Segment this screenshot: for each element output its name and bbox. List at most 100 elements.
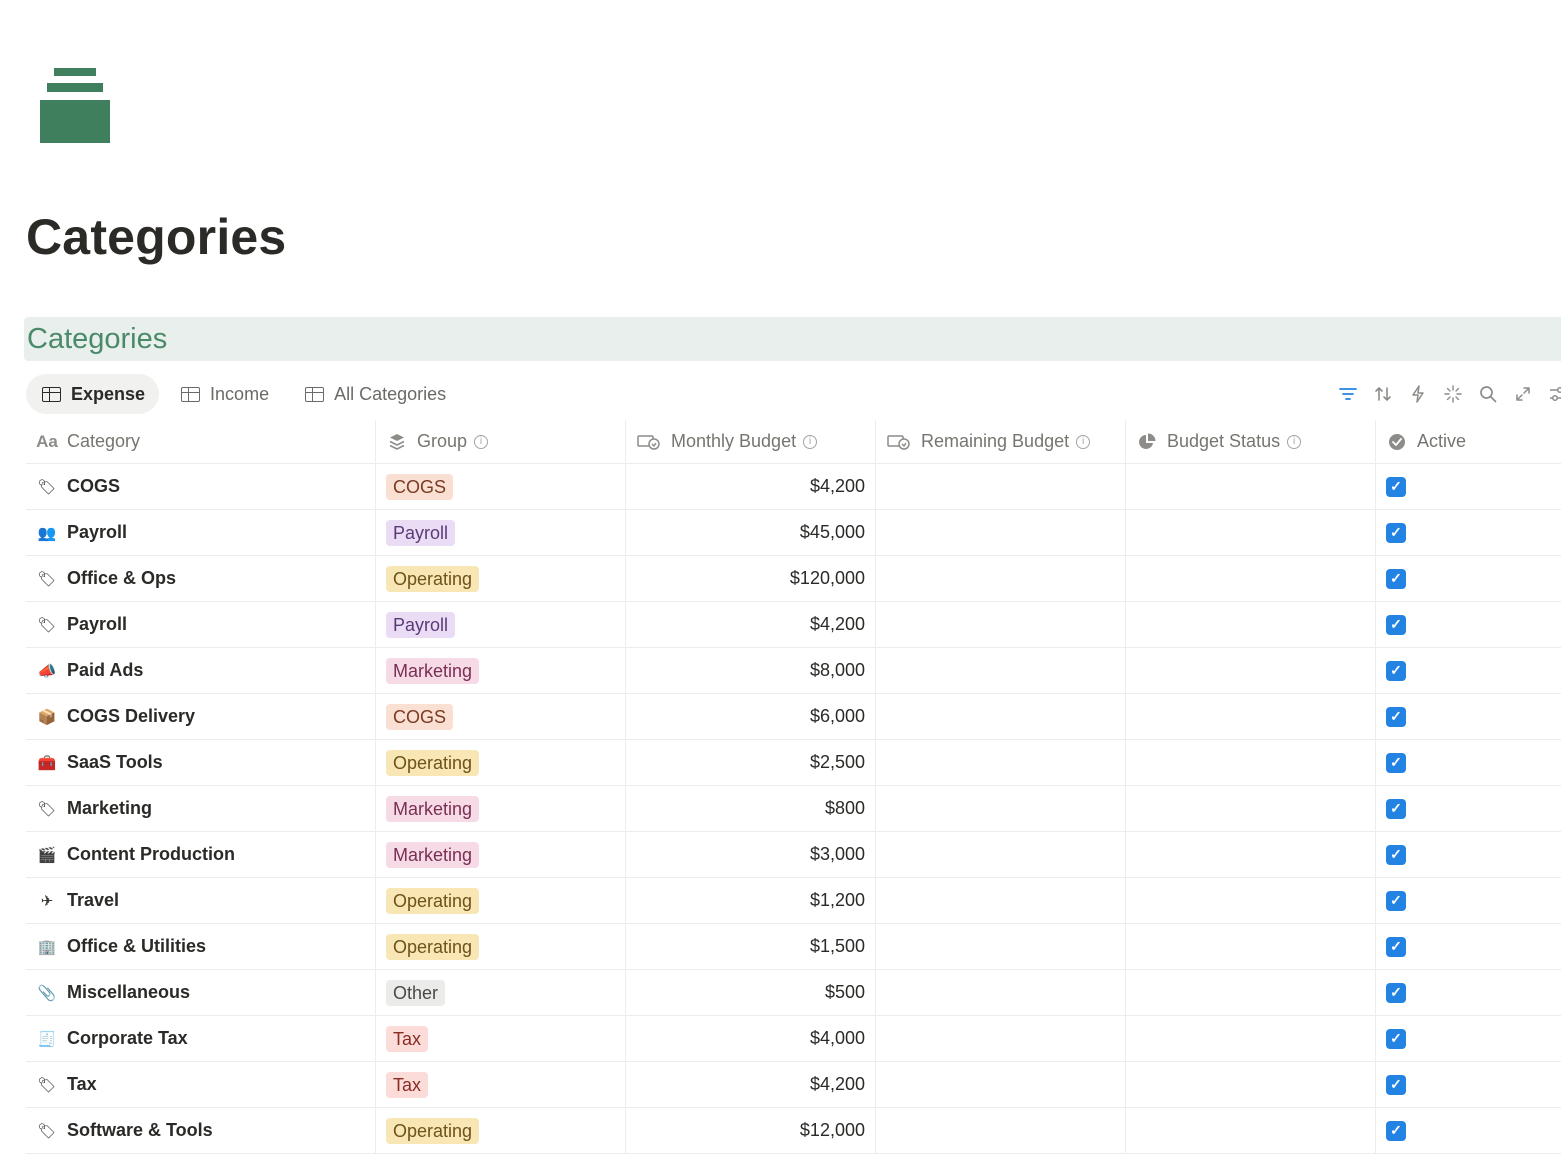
table-row[interactable]: 🏷 Payroll Payroll $4,200 ✓ bbox=[26, 602, 1561, 648]
remaining-budget-cell[interactable] bbox=[876, 740, 1126, 785]
database-title[interactable]: Categories bbox=[27, 323, 167, 356]
group-cell[interactable]: Operating bbox=[376, 878, 626, 923]
remaining-budget-cell[interactable] bbox=[876, 924, 1126, 969]
category-cell[interactable]: 🎬 Content Production bbox=[26, 832, 376, 877]
active-cell[interactable]: ✓ bbox=[1376, 786, 1561, 831]
active-checkbox[interactable]: ✓ bbox=[1386, 752, 1406, 773]
active-checkbox[interactable]: ✓ bbox=[1386, 476, 1406, 497]
page-icon[interactable] bbox=[40, 68, 110, 144]
info-icon[interactable]: i bbox=[1076, 434, 1091, 449]
category-cell[interactable]: 📎 Miscellaneous bbox=[26, 970, 376, 1015]
budget-status-cell[interactable] bbox=[1126, 556, 1376, 601]
table-row[interactable]: 🏷 Software & Tools Operating $12,000 ✓ bbox=[26, 1108, 1561, 1154]
group-cell[interactable]: Payroll bbox=[376, 510, 626, 555]
remaining-budget-cell[interactable] bbox=[876, 970, 1126, 1015]
budget-status-cell[interactable] bbox=[1126, 832, 1376, 877]
budget-status-cell[interactable] bbox=[1126, 464, 1376, 509]
table-row[interactable]: 🏷 Marketing Marketing $800 ✓ bbox=[26, 786, 1561, 832]
active-cell[interactable]: ✓ bbox=[1376, 924, 1561, 969]
column-header-monthly-budget[interactable]: Monthly Budget i bbox=[626, 420, 876, 463]
column-header-budget-status[interactable]: Budget Status i bbox=[1126, 420, 1376, 463]
search-icon[interactable] bbox=[1470, 380, 1505, 408]
table-row[interactable]: 👥 Payroll Payroll $45,000 ✓ bbox=[26, 510, 1561, 556]
group-cell[interactable]: Operating bbox=[376, 556, 626, 601]
budget-status-cell[interactable] bbox=[1126, 924, 1376, 969]
sort-icon[interactable] bbox=[1365, 380, 1400, 408]
active-checkbox[interactable]: ✓ bbox=[1386, 982, 1406, 1003]
group-cell[interactable]: Marketing bbox=[376, 832, 626, 877]
budget-status-cell[interactable] bbox=[1126, 648, 1376, 693]
active-checkbox[interactable]: ✓ bbox=[1386, 1028, 1406, 1049]
budget-status-cell[interactable] bbox=[1126, 694, 1376, 739]
table-row[interactable]: 🧾 Corporate Tax Tax $4,000 ✓ bbox=[26, 1016, 1561, 1062]
tab-income[interactable]: Income bbox=[165, 374, 283, 414]
monthly-budget-cell[interactable]: $6,000 bbox=[626, 694, 876, 739]
active-cell[interactable]: ✓ bbox=[1376, 1016, 1561, 1061]
active-checkbox[interactable]: ✓ bbox=[1386, 568, 1406, 589]
monthly-budget-cell[interactable]: $800 bbox=[626, 786, 876, 831]
remaining-budget-cell[interactable] bbox=[876, 1016, 1126, 1061]
category-cell[interactable]: 🏷 Tax bbox=[26, 1062, 376, 1107]
category-cell[interactable]: 🏷 Marketing bbox=[26, 786, 376, 831]
active-cell[interactable]: ✓ bbox=[1376, 556, 1561, 601]
table-row[interactable]: 📎 Miscellaneous Other $500 ✓ bbox=[26, 970, 1561, 1016]
group-cell[interactable]: COGS bbox=[376, 694, 626, 739]
group-cell[interactable]: Operating bbox=[376, 924, 626, 969]
page-title[interactable]: Categories bbox=[26, 208, 286, 266]
table-row[interactable]: ✈ Travel Operating $1,200 ✓ bbox=[26, 878, 1561, 924]
monthly-budget-cell[interactable]: $1,500 bbox=[626, 924, 876, 969]
active-checkbox[interactable]: ✓ bbox=[1386, 798, 1406, 819]
active-checkbox[interactable]: ✓ bbox=[1386, 844, 1406, 865]
remaining-budget-cell[interactable] bbox=[876, 464, 1126, 509]
ai-icon[interactable] bbox=[1435, 380, 1470, 408]
active-checkbox[interactable]: ✓ bbox=[1386, 1120, 1406, 1141]
group-cell[interactable]: Operating bbox=[376, 1108, 626, 1153]
active-checkbox[interactable]: ✓ bbox=[1386, 522, 1406, 543]
budget-status-cell[interactable] bbox=[1126, 878, 1376, 923]
budget-status-cell[interactable] bbox=[1126, 1062, 1376, 1107]
column-header-category[interactable]: Aa Category bbox=[26, 420, 376, 463]
monthly-budget-cell[interactable]: $500 bbox=[626, 970, 876, 1015]
filter-icon[interactable] bbox=[1330, 380, 1365, 408]
active-checkbox[interactable]: ✓ bbox=[1386, 660, 1406, 681]
monthly-budget-cell[interactable]: $12,000 bbox=[626, 1108, 876, 1153]
group-cell[interactable]: Marketing bbox=[376, 786, 626, 831]
active-checkbox[interactable]: ✓ bbox=[1386, 706, 1406, 727]
category-cell[interactable]: 🏷 Office & Ops bbox=[26, 556, 376, 601]
remaining-budget-cell[interactable] bbox=[876, 786, 1126, 831]
active-checkbox[interactable]: ✓ bbox=[1386, 614, 1406, 635]
budget-status-cell[interactable] bbox=[1126, 1016, 1376, 1061]
tab-expense[interactable]: Expense bbox=[26, 374, 160, 414]
active-cell[interactable]: ✓ bbox=[1376, 832, 1561, 877]
monthly-budget-cell[interactable]: $4,000 bbox=[626, 1016, 876, 1061]
category-cell[interactable]: ✈ Travel bbox=[26, 878, 376, 923]
category-cell[interactable]: 🏷 Payroll bbox=[26, 602, 376, 647]
table-row[interactable]: 📣 Paid Ads Marketing $8,000 ✓ bbox=[26, 648, 1561, 694]
automation-icon[interactable] bbox=[1400, 380, 1435, 408]
group-cell[interactable]: Tax bbox=[376, 1016, 626, 1061]
active-cell[interactable]: ✓ bbox=[1376, 464, 1561, 509]
column-header-active[interactable]: Active bbox=[1376, 420, 1561, 463]
table-row[interactable]: 🎬 Content Production Marketing $3,000 ✓ bbox=[26, 832, 1561, 878]
active-cell[interactable]: ✓ bbox=[1376, 878, 1561, 923]
table-row[interactable]: 📦 COGS Delivery COGS $6,000 ✓ bbox=[26, 694, 1561, 740]
table-row[interactable]: 🏷 Tax Tax $4,200 ✓ bbox=[26, 1062, 1561, 1108]
column-header-remaining-budget[interactable]: Remaining Budget i bbox=[876, 420, 1126, 463]
active-cell[interactable]: ✓ bbox=[1376, 970, 1561, 1015]
monthly-budget-cell[interactable]: $45,000 bbox=[626, 510, 876, 555]
active-checkbox[interactable]: ✓ bbox=[1386, 936, 1406, 957]
active-cell[interactable]: ✓ bbox=[1376, 740, 1561, 785]
monthly-budget-cell[interactable]: $120,000 bbox=[626, 556, 876, 601]
budget-status-cell[interactable] bbox=[1126, 602, 1376, 647]
monthly-budget-cell[interactable]: $8,000 bbox=[626, 648, 876, 693]
remaining-budget-cell[interactable] bbox=[876, 694, 1126, 739]
category-cell[interactable]: 🏷 Software & Tools bbox=[26, 1108, 376, 1153]
monthly-budget-cell[interactable]: $2,500 bbox=[626, 740, 876, 785]
monthly-budget-cell[interactable]: $1,200 bbox=[626, 878, 876, 923]
info-icon[interactable]: i bbox=[474, 434, 489, 449]
active-checkbox[interactable]: ✓ bbox=[1386, 1074, 1406, 1095]
settings-icon[interactable] bbox=[1540, 380, 1561, 408]
active-cell[interactable]: ✓ bbox=[1376, 694, 1561, 739]
table-row[interactable]: 🧰 SaaS Tools Operating $2,500 ✓ bbox=[26, 740, 1561, 786]
remaining-budget-cell[interactable] bbox=[876, 602, 1126, 647]
